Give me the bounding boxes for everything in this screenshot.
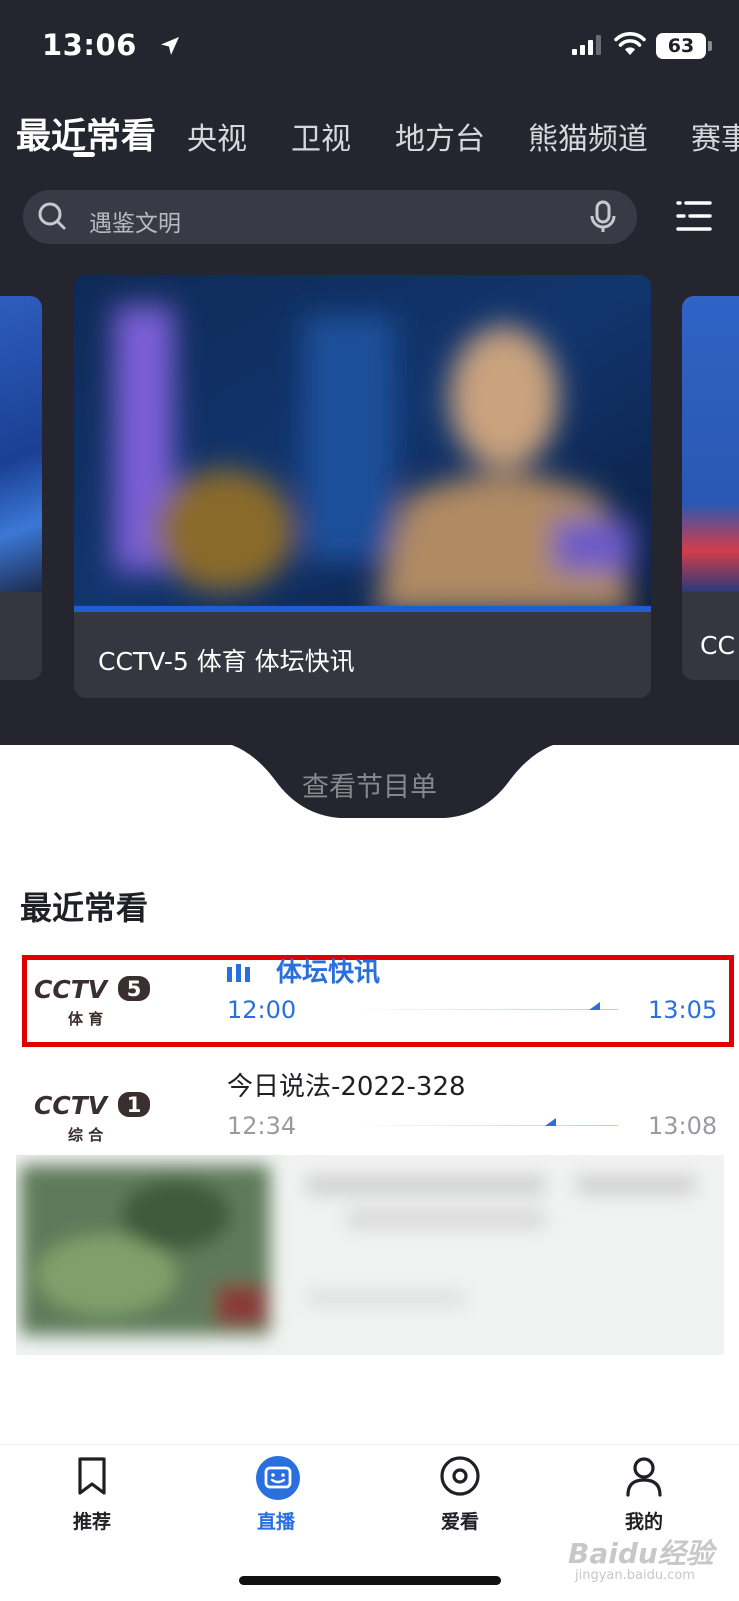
search-bar[interactable]: 遇鉴文明 xyxy=(23,190,637,244)
svg-text:体 育: 体 育 xyxy=(68,1010,103,1028)
channel-tabs: 最近常看 央视 卫视 地方台 熊猫频道 赛事 xyxy=(0,108,739,164)
nav-mine-label: 我的 xyxy=(624,1511,663,1533)
tab-active-indicator xyxy=(73,152,95,157)
nav-live-label: 直播 xyxy=(256,1511,295,1533)
blurred-content-image xyxy=(20,1165,696,1335)
disc-icon xyxy=(440,1456,480,1496)
blurred-content-block xyxy=(16,1155,724,1355)
tv-face-icon xyxy=(256,1456,300,1500)
watermark-text: Baidu经验 xyxy=(568,1537,714,1570)
menu-list-icon[interactable] xyxy=(676,198,712,234)
cctv1-logo: CCTV 1 综 合 xyxy=(34,1091,150,1144)
tab-events[interactable]: 赛事 xyxy=(691,114,739,158)
start-time: 12:34 xyxy=(227,1112,297,1140)
svg-text:CCTV: CCTV xyxy=(34,975,109,1004)
nav-favorites[interactable]: 爱看 xyxy=(368,1445,552,1555)
tab-satellite[interactable]: 卫视 xyxy=(291,114,351,158)
view-schedule-link[interactable]: 查看节目单 xyxy=(0,765,739,804)
program-title: 体坛快讯 xyxy=(276,958,381,988)
watermark-url: jingyan.baidu.com xyxy=(575,1568,695,1583)
progress-track xyxy=(350,1009,618,1010)
channel-row-cctv1[interactable]: CCTV 1 综 合 今日说法-2022-328 12:34 13:08 xyxy=(0,1066,739,1154)
channel-row-cctv5[interactable]: CCTV 5 体 育 体坛快讯 12:00 13:05 xyxy=(0,952,739,1040)
video-thumbnail xyxy=(74,275,651,612)
location-arrow-icon xyxy=(161,37,179,55)
person-icon xyxy=(626,1457,662,1497)
carousel-card-left-thumbnail xyxy=(0,296,42,592)
carousel-card-right[interactable]: CC xyxy=(682,296,739,680)
status-time: 13:06 xyxy=(42,28,137,62)
carousel-right-title: CC xyxy=(700,631,735,660)
progress-track xyxy=(350,1125,618,1126)
home-indicator xyxy=(239,1576,501,1585)
svg-text:1: 1 xyxy=(127,1093,142,1117)
nav-favorites-label: 爱看 xyxy=(440,1511,479,1533)
progress-marker xyxy=(545,1118,556,1126)
battery-tip xyxy=(708,41,712,51)
bookmark-icon xyxy=(78,1457,106,1495)
start-time: 12:00 xyxy=(227,996,297,1024)
svg-text:CCTV: CCTV xyxy=(34,1091,109,1120)
wifi-icon xyxy=(614,32,646,55)
carousel-main-title: CCTV-5 体育 体坛快讯 xyxy=(98,647,355,676)
tab-cctv[interactable]: 央视 xyxy=(187,114,247,158)
cellular-signal-icon xyxy=(572,35,601,55)
carousel-card-left[interactable] xyxy=(0,296,42,680)
microphone-icon[interactable] xyxy=(588,200,618,234)
program-title: 今日说法-2022-328 xyxy=(227,1072,466,1102)
cctv5-logo: CCTV 5 体 育 xyxy=(34,975,150,1028)
svg-text:5: 5 xyxy=(127,977,142,1001)
progress-marker xyxy=(589,1002,600,1010)
carousel-card-main[interactable]: CCTV-5 体育 体坛快讯 xyxy=(74,275,651,698)
nav-recommend-label: 推荐 xyxy=(72,1511,111,1533)
carousel-card-right-thumbnail xyxy=(682,296,739,592)
end-time: 13:08 xyxy=(648,1112,718,1140)
end-time: 13:05 xyxy=(648,996,718,1024)
status-bar: 13:06 63 xyxy=(0,0,739,90)
search-icon xyxy=(38,202,66,230)
tab-panda[interactable]: 熊猫频道 xyxy=(528,114,648,158)
nav-recommend[interactable]: 推荐 xyxy=(0,1445,184,1555)
playing-equalizer-icon xyxy=(227,964,250,982)
nav-live[interactable]: 直播 xyxy=(184,1445,368,1555)
tab-local[interactable]: 地方台 xyxy=(395,114,485,158)
recent-section-title: 最近常看 xyxy=(20,889,149,927)
battery-level: 63 xyxy=(656,33,706,59)
svg-text:综 合: 综 合 xyxy=(68,1126,104,1144)
search-placeholder: 遇鉴文明 xyxy=(89,211,181,237)
